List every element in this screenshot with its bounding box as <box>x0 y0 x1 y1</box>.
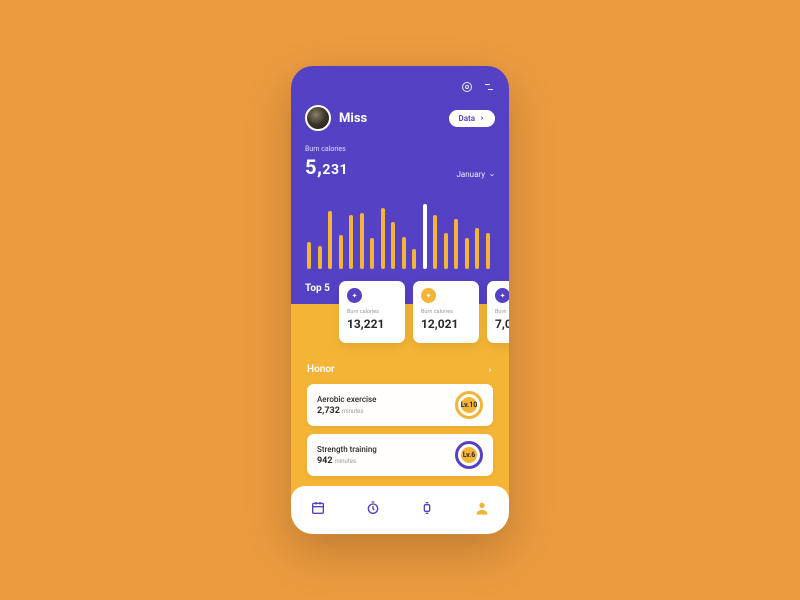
top5-card[interactable]: ✦ Burn 7,0 <box>487 281 509 343</box>
honor-item[interactable]: Aerobic exercise 2,732minutes Lv.10 <box>307 384 493 426</box>
top5-card[interactable]: ✦ Burn calories 12,021 <box>413 281 479 343</box>
month-selector[interactable]: January <box>456 170 495 179</box>
card-label: Burn calories <box>347 309 397 315</box>
honor-item[interactable]: Strength training 942minutes Lv.6 <box>307 434 493 476</box>
data-button[interactable]: Data <box>449 110 496 127</box>
chart-bar[interactable] <box>475 228 479 269</box>
sun-icon: ✦ <box>495 288 509 303</box>
nav-profile-icon[interactable] <box>474 500 490 520</box>
month-label: January <box>456 170 485 179</box>
honor-title: Honor <box>307 364 335 375</box>
honor-header[interactable]: Honor <box>291 364 509 375</box>
level-ring: Lv.10 <box>455 391 483 419</box>
chart-bar[interactable] <box>402 237 406 269</box>
header-panel: Miss Data Burn calories 5,231 January To… <box>291 66 509 304</box>
card-value: 13,221 <box>347 317 397 331</box>
metric-label: Burn calories <box>305 145 348 153</box>
honor-item-value: 2,732minutes <box>317 406 376 416</box>
honor-item-title: Aerobic exercise <box>317 395 376 404</box>
chart-bar[interactable] <box>307 242 311 269</box>
chart-bar[interactable] <box>423 204 427 269</box>
nav-timer-icon[interactable] <box>365 500 381 520</box>
card-value: 7,0 <box>495 317 509 331</box>
chevron-right-icon <box>487 367 493 373</box>
phone-frame: Miss Data Burn calories 5,231 January To… <box>291 66 509 534</box>
card-value: 12,021 <box>421 317 471 331</box>
top5-card-row[interactable]: ✦ Burn calories 13,221 ✦ Burn calories 1… <box>339 281 509 343</box>
top5-title: Top 5 <box>305 283 330 294</box>
chart-bar[interactable] <box>412 249 416 269</box>
chart-bar[interactable] <box>444 233 448 269</box>
bottom-navbar <box>291 486 509 534</box>
settings-icon[interactable] <box>461 78 473 97</box>
top5-card[interactable]: ✦ Burn calories 13,221 <box>339 281 405 343</box>
level-badge: Lv.10 <box>461 397 477 413</box>
chart-bar[interactable] <box>433 215 437 269</box>
chart-bar[interactable] <box>381 208 385 269</box>
card-label: Burn calories <box>421 309 471 315</box>
nav-watch-icon[interactable] <box>419 500 435 520</box>
chart-bar[interactable] <box>349 215 353 269</box>
card-label: Burn <box>495 309 509 315</box>
username: Miss <box>339 111 367 126</box>
nav-calendar-icon[interactable] <box>310 500 326 520</box>
chart-bar[interactable] <box>328 211 332 269</box>
chevron-right-icon <box>479 115 485 121</box>
chart-bar[interactable] <box>318 246 322 269</box>
expand-icon[interactable] <box>483 78 495 97</box>
honor-list: Aerobic exercise 2,732minutes Lv.10 Stre… <box>307 384 493 476</box>
data-button-label: Data <box>459 114 476 123</box>
level-ring: Lv.6 <box>455 441 483 469</box>
chart-bar[interactable] <box>454 219 458 269</box>
honor-item-value: 942minutes <box>317 456 377 466</box>
chart-bar[interactable] <box>465 238 469 269</box>
level-badge: Lv.6 <box>461 447 477 463</box>
chart-bar[interactable] <box>339 235 343 269</box>
metric-value: 5,231 <box>305 155 348 179</box>
chart-bar[interactable] <box>391 222 395 269</box>
calories-bar-chart <box>305 197 495 269</box>
honor-item-title: Strength training <box>317 445 377 454</box>
sun-icon: ✦ <box>347 288 362 303</box>
chart-bar[interactable] <box>370 238 374 269</box>
chart-bar[interactable] <box>360 213 364 269</box>
avatar[interactable] <box>305 105 331 131</box>
chart-bar[interactable] <box>486 233 490 269</box>
chevron-down-icon <box>489 172 495 178</box>
grid-icon: ✦ <box>421 288 436 303</box>
